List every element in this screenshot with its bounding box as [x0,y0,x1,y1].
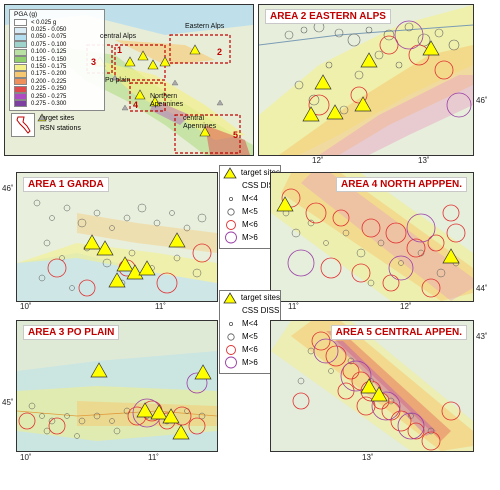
m-gt6-circle-icon [225,356,237,369]
m-gt6-circle-icon [225,231,237,244]
area5-title: AREA 5 CENTRAL APPEN. [330,325,467,340]
pga-swatch [14,70,27,78]
area3-map: AREA 3 PO PLAIN [16,320,218,452]
area2-ytick-0: 46˚ [476,96,488,105]
overview-legend: target sites RSN stations [37,113,81,133]
pga-swatch [14,93,27,101]
pga-swatch [14,56,27,64]
area1-title: AREA 1 GARDA [23,177,109,192]
label-po-plain: Po plain [105,77,131,84]
pga-class-10: 0.250 - 0.275 [10,93,104,101]
pga-class-4: 0.100 - 0.125 [10,48,104,56]
label-central-apennines: central Apennines [183,115,217,130]
italy-inset-icon [16,116,31,134]
m6-circle-icon [226,219,236,230]
italy-inset [11,113,35,137]
pga-swatch [14,33,27,41]
area2-map-graphic [259,5,473,155]
legend-item-target-sites: target sites [220,291,280,304]
area2-title: AREA 2 EASTERN ALPS [265,9,391,24]
pga-swatch [14,63,27,71]
area3-xtick-0: 10˚ [20,453,32,462]
area1-map-graphic [17,199,217,301]
area-number-3: 3 [91,57,97,67]
pga-class-6: 0.150 - 0.175 [10,63,104,71]
area4-title: AREA 4 NORTH APPPEN. [336,177,467,192]
pga-class-1: 0.025 - 0.050 [10,26,104,34]
area1-xtick-1: 11˚ [155,302,166,311]
pga-class-0: < 0.025 g [10,19,104,27]
overview-map: PGA (g) < 0.025 g 0.025 - 0.050 0.050 - … [4,4,254,156]
area5-map-graphic [271,321,473,451]
pga-class-2: 0.050 - 0.075 [10,33,104,41]
area4-map: AREA 4 NORTH APPPEN. [270,172,474,302]
rsn-station-icon [38,114,46,121]
area4-xtick-0: 11˚ [288,302,299,311]
target-site-icon [223,166,238,178]
area4-ytick-0: 44˚ [476,284,488,293]
area2-xtick-0: 12˚ [312,156,324,165]
m5-circle-icon [227,332,235,341]
m4-circle-icon [229,321,234,326]
area3-ytick-0: 45˚ [2,398,14,407]
area1-xtick-0: 10˚ [20,302,32,311]
area5-map: AREA 5 CENTRAL APPEN. [270,320,474,452]
area-number-5: 5 [233,130,239,140]
area-number-4: 4 [133,100,139,110]
area3-title: AREA 3 PO PLAIN [23,325,120,340]
area4-xtick-1: 12˚ [400,302,412,311]
pga-class-9: 0.225 - 0.250 [10,85,104,93]
pga-legend-title: PGA (g) [14,11,38,18]
area1-ytick-0: 46˚ [2,184,14,193]
pga-class-3: 0.075 - 0.100 [10,41,104,49]
area3-xtick-1: 11˚ [148,453,159,462]
area5-xtick-0: 13˚ [362,453,374,462]
pga-swatch [14,48,27,56]
target-site-icon [223,291,238,303]
area-number-2: 2 [217,47,223,57]
area4-map-graphic [271,173,473,301]
pga-class-5: 0.125 - 0.150 [10,56,104,64]
m6-circle-icon [226,344,236,355]
pga-swatch [14,78,27,86]
label-northern-apennines: Northern Apennines [150,93,184,108]
area2-xtick-1: 13˚ [418,156,430,165]
pga-swatch [14,41,27,49]
label-eastern-alps: Eastern Alps [185,23,225,30]
area5-ytick-0: 43˚ [476,332,488,341]
pga-swatch [14,19,27,27]
pga-class-7: 0.175 - 0.200 [10,70,104,78]
area-number-1: 1 [117,45,123,55]
label-central-alps: central Alps [100,33,137,40]
pga-class-8: 0.200 - 0.225 [10,78,104,86]
pga-swatch [14,100,27,108]
pga-class-11: 0.275 - 0.300 [10,100,104,108]
area3-map-graphic [17,351,217,451]
area2-map: AREA 2 EASTERN ALPS [258,4,474,156]
legend-item-css-diss: CSS DISS [242,306,280,315]
m4-circle-icon [229,196,234,201]
pga-swatch [14,26,27,34]
m5-circle-icon [227,207,235,216]
pga-swatch [14,85,27,93]
area1-map: AREA 1 GARDA [16,172,218,302]
